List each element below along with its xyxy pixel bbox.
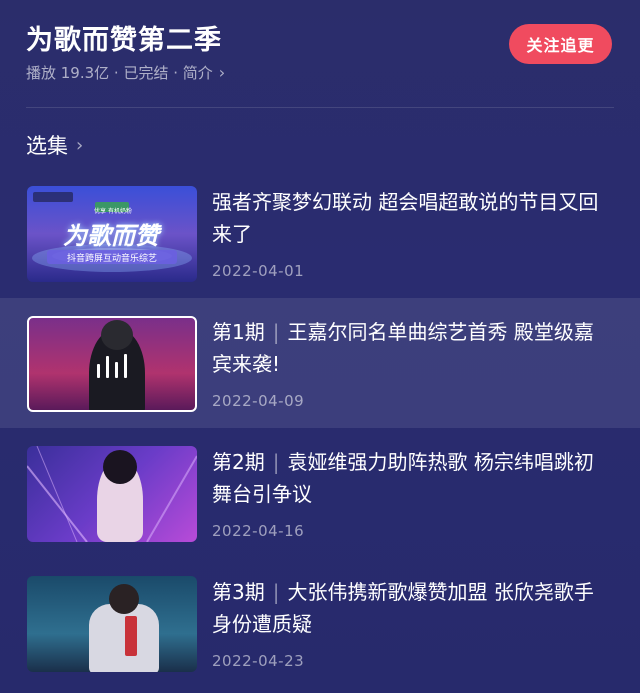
episode-info: 第3期 | 大张伟携新歌爆赞加盟 张欣尧歌手身份遭质疑 2022-04-23 bbox=[212, 576, 600, 670]
episode-thumbnail[interactable] bbox=[27, 576, 197, 672]
episode-number: 第2期 bbox=[212, 450, 265, 474]
episode-info: 强者齐聚梦幻联动 超会唱超敢说的节目又回来了 2022-04-01 bbox=[212, 186, 600, 280]
episode-item[interactable]: 为歌而赞 抖音跨屏互动音乐综艺 优享 有机奶粉 强者齐聚梦幻联动 超会唱超敢说的… bbox=[0, 168, 640, 298]
singer-head bbox=[103, 450, 137, 484]
chevron-right-icon: › bbox=[76, 134, 84, 156]
episode-info: 第1期 | 王嘉尔同名单曲综艺首秀 殿堂级嘉宾来袭! 2022-04-09 bbox=[212, 316, 600, 410]
separator: | bbox=[272, 320, 280, 344]
episode-date: 2022-04-16 bbox=[212, 522, 305, 540]
singer-figure bbox=[89, 604, 159, 672]
playing-indicator-icon bbox=[97, 354, 127, 378]
chevron-right-icon: › bbox=[218, 63, 226, 82]
episode-item[interactable]: 第3期 | 大张伟携新歌爆赞加盟 张欣尧歌手身份遭质疑 2022-04-23 bbox=[0, 558, 640, 688]
episode-item-active[interactable]: 第1期 | 王嘉尔同名单曲综艺首秀 殿堂级嘉宾来袭! 2022-04-09 bbox=[0, 298, 640, 428]
separator: | bbox=[272, 580, 280, 604]
jacket-stripe bbox=[125, 616, 137, 656]
episode-number: 第1期 bbox=[212, 320, 265, 344]
section-label: 选集 bbox=[26, 134, 68, 158]
episode-title-text: 袁娅维强力助阵热歌 杨宗纬唱跳初舞台引争议 bbox=[212, 450, 594, 506]
episode-title-text: 强者齐聚梦幻联动 超会唱超敢说的节目又回来了 bbox=[212, 190, 599, 246]
episode-date: 2022-04-23 bbox=[212, 652, 305, 670]
thumb-sponsor-text: 优享 有机奶粉 bbox=[94, 208, 132, 215]
show-meta-text[interactable]: 播放 19.3亿 · 已完结 · 简介 bbox=[26, 62, 213, 83]
episode-section-header[interactable]: 选集 › bbox=[26, 130, 83, 160]
episode-thumbnail[interactable]: 为歌而赞 抖音跨屏互动音乐综艺 优享 有机奶粉 bbox=[27, 186, 197, 282]
episode-title: 第2期 | 袁娅维强力助阵热歌 杨宗纬唱跳初舞台引争议 bbox=[212, 446, 600, 510]
episode-title-text: 大张伟携新歌爆赞加盟 张欣尧歌手身份遭质疑 bbox=[212, 580, 594, 636]
separator: | bbox=[272, 450, 280, 474]
thumb-banner-text: 抖音跨屏互动音乐综艺 bbox=[66, 254, 157, 264]
episode-date: 2022-04-09 bbox=[212, 392, 305, 410]
episode-info: 第2期 | 袁娅维强力助阵热歌 杨宗纬唱跳初舞台引争议 2022-04-16 bbox=[212, 446, 600, 540]
singer-head bbox=[109, 584, 139, 614]
episode-thumbnail[interactable] bbox=[27, 446, 197, 542]
episode-date: 2022-04-01 bbox=[212, 262, 305, 280]
singer-head bbox=[101, 320, 133, 350]
follow-button[interactable]: 关注追更 bbox=[509, 24, 612, 64]
episode-title: 第3期 | 大张伟携新歌爆赞加盟 张欣尧歌手身份遭质疑 bbox=[212, 576, 600, 640]
show-meta[interactable]: 播放 19.3亿 · 已完结 · 简介 › bbox=[26, 62, 614, 83]
episode-number: 第3期 bbox=[212, 580, 265, 604]
episode-title-text: 王嘉尔同名单曲综艺首秀 殿堂级嘉宾来袭! bbox=[212, 320, 594, 376]
episode-title: 第1期 | 王嘉尔同名单曲综艺首秀 殿堂级嘉宾来袭! bbox=[212, 316, 600, 380]
episode-thumbnail[interactable] bbox=[27, 316, 197, 412]
show-logo-text: 为歌而赞 bbox=[63, 222, 159, 250]
episode-title: 强者齐聚梦幻联动 超会唱超敢说的节目又回来了 bbox=[212, 186, 600, 250]
episode-item[interactable]: 第2期 | 袁娅维强力助阵热歌 杨宗纬唱跳初舞台引争议 2022-04-16 bbox=[0, 428, 640, 558]
divider bbox=[26, 107, 614, 108]
